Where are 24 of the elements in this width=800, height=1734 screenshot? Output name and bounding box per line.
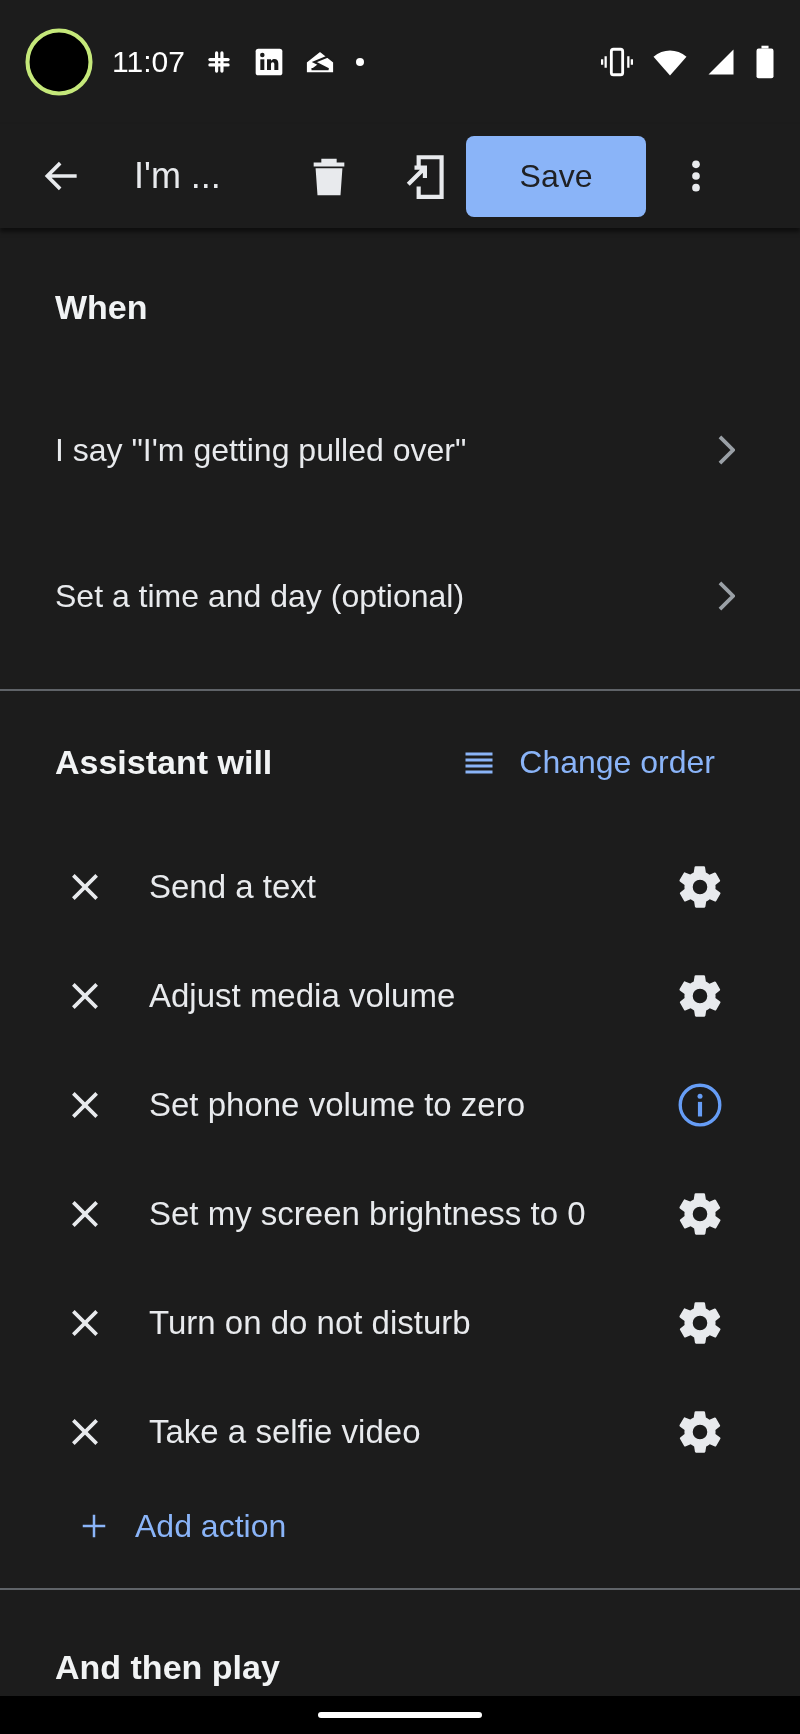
home-handle[interactable] xyxy=(318,1712,482,1718)
dot-icon xyxy=(354,57,365,67)
section-heading: When xyxy=(55,288,149,327)
chevron-icon xyxy=(718,435,735,465)
action-item[interactable]: Send a text xyxy=(149,867,675,906)
signal-icon xyxy=(706,47,736,77)
action-item[interactable]: Set phone volume to zero xyxy=(149,1085,675,1124)
routine-title: I'm ... xyxy=(134,155,222,197)
save-button[interactable]: Save xyxy=(466,135,646,217)
chevron-icon xyxy=(718,581,735,611)
add-action-link[interactable]: Add action xyxy=(135,1507,287,1545)
vibrate-icon xyxy=(600,45,634,79)
status-time: 11:07 xyxy=(112,45,185,79)
change-order-link[interactable]: Change order xyxy=(519,744,715,781)
trigger-item[interactable]: Set a time and day (optional) xyxy=(55,577,465,615)
action-item[interactable]: Take a selfie video xyxy=(149,1412,675,1451)
action-item[interactable]: Set my screen brightness to 0 xyxy=(149,1194,675,1233)
battery-icon xyxy=(754,45,776,79)
avatar-icon xyxy=(24,27,94,97)
section-heading: And then play xyxy=(55,1648,281,1687)
action-item[interactable]: Adjust media volume xyxy=(149,976,675,1015)
trigger-item[interactable]: I say "I'm getting pulled over" xyxy=(55,431,467,469)
section-heading: Assistant will xyxy=(55,743,273,782)
action-item[interactable]: Turn on do not disturb xyxy=(149,1303,675,1342)
